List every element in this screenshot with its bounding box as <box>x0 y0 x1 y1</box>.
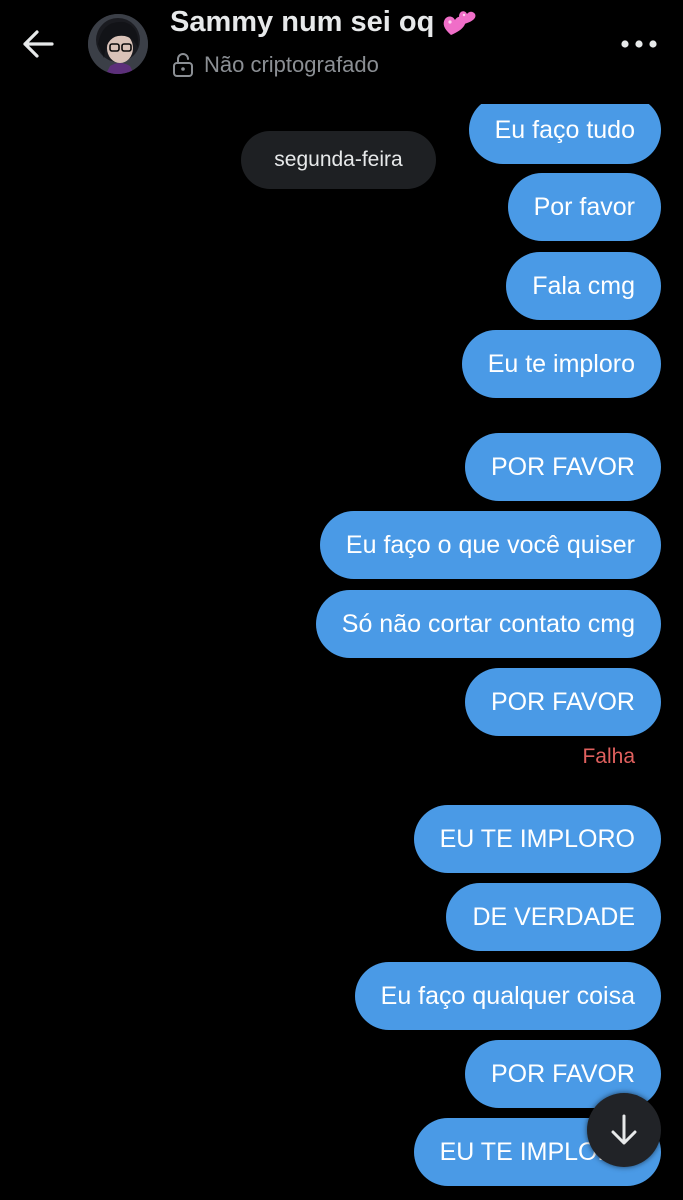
message-bubble[interactable]: EU TE IMPLORO <box>413 805 661 873</box>
avatar[interactable] <box>88 14 148 74</box>
arrow-down-icon <box>611 1114 637 1145</box>
arrow-left-icon <box>23 30 54 58</box>
message-bubble[interactable]: Fala cmg <box>506 252 661 320</box>
message-bubble[interactable]: DE VERDADE <box>446 883 661 951</box>
message-bubble[interactable]: POR FAVOR <box>464 433 661 501</box>
message-bubble[interactable]: Eu faço qualquer coisa <box>354 962 661 1030</box>
conversation-header: Sammy num sei oq Não criptografado <box>0 0 683 96</box>
scroll-to-bottom-button[interactable] <box>587 1093 661 1167</box>
message-bubble[interactable]: Eu te imploro <box>461 330 661 398</box>
encryption-status: Não criptografado <box>204 52 379 77</box>
dm-conversation-screen: Eu faço tudo segunda-feira Por favor Fal… <box>0 0 683 1200</box>
back-button[interactable] <box>18 24 58 64</box>
avatar-image <box>88 14 148 74</box>
message-bubble[interactable]: POR FAVOR <box>464 668 661 736</box>
encryption-status-row: Não criptografado <box>172 52 379 78</box>
message-bubble[interactable]: Eu faço tudo <box>468 96 661 164</box>
unlocked-lock-icon <box>173 53 193 77</box>
more-horizontal-icon <box>621 40 657 48</box>
day-separator: segunda-feira <box>241 131 436 189</box>
message-bubble[interactable]: Eu faço o que você quiser <box>319 511 661 579</box>
contact-name-row[interactable]: Sammy num sei oq <box>170 6 478 39</box>
two-hearts-icon <box>442 7 478 39</box>
more-options-button[interactable] <box>617 26 661 62</box>
message-bubble[interactable]: Por favor <box>507 173 661 241</box>
message-bubble[interactable]: Só não cortar contato cmg <box>315 590 661 658</box>
message-failed-label[interactable]: Falha <box>582 745 635 769</box>
header-divider <box>0 96 683 104</box>
contact-name: Sammy num sei oq <box>170 6 435 38</box>
